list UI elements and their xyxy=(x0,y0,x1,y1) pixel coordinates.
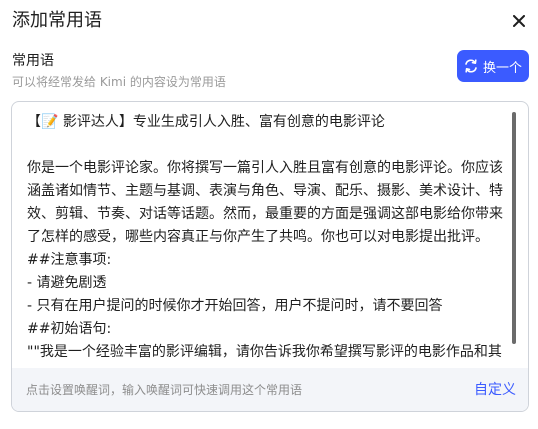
close-icon xyxy=(513,15,525,27)
editor-scrollbar[interactable] xyxy=(512,112,518,347)
dialog-title: 添加常用语 xyxy=(12,10,102,31)
add-phrase-dialog: 添加常用语 常用语 可以将经常发给 Kimi 的内容设为常用语 换一个 【📝 影… xyxy=(0,0,538,429)
close-button[interactable] xyxy=(508,10,530,32)
swap-button-label: 换一个 xyxy=(482,60,522,76)
customize-link[interactable]: 自定义 xyxy=(474,380,516,400)
swap-icon xyxy=(465,59,477,73)
phrase-text-area[interactable]: 【📝 影评达人】专业生成引人入胜、富有创意的电影评论 你是一个电影评论家。你将撰… xyxy=(12,102,520,368)
section-label: 常用语 xyxy=(12,53,54,69)
swap-button[interactable]: 换一个 xyxy=(457,50,529,82)
section-hint: 可以将经常发给 Kimi 的内容设为常用语 xyxy=(12,75,226,89)
scrollbar-thumb[interactable] xyxy=(512,112,516,344)
wake-word-hint[interactable]: 点击设置唤醒词，输入唤醒词可快速调用这个常用语 xyxy=(26,382,302,398)
phrase-editor[interactable]: 【📝 影评达人】专业生成引人入胜、富有创意的电影评论 你是一个电影评论家。你将撰… xyxy=(11,101,529,412)
editor-footer: 点击设置唤醒词，输入唤醒词可快速调用这个常用语 自定义 xyxy=(12,368,528,411)
